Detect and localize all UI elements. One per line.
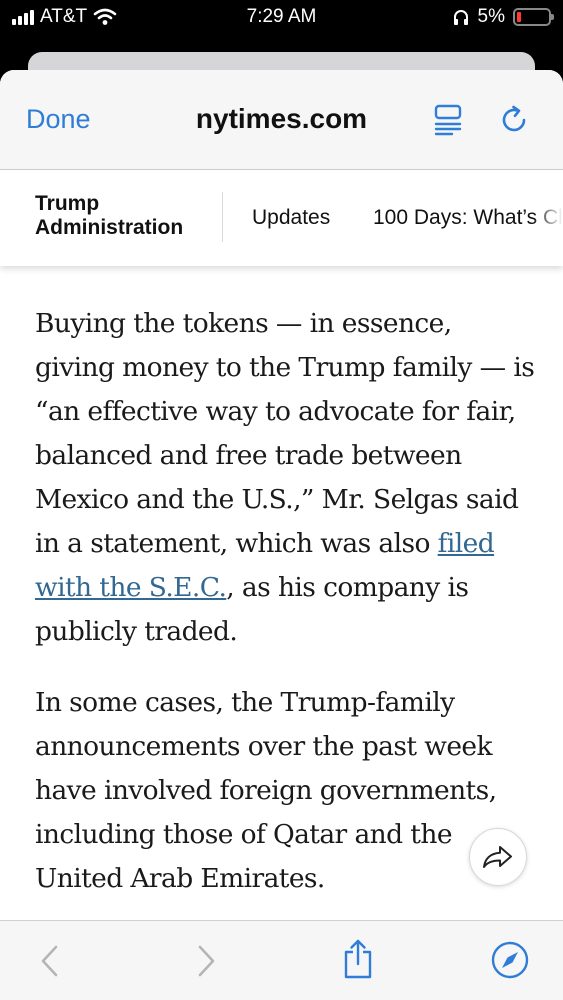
reader-icon[interactable] [433,104,463,136]
article-paragraph: In some cases, the Trump-family announce… [35,687,497,894]
section-title-line2: Administration [35,216,184,239]
bottom-toolbar [0,920,563,1000]
article-body: Buying the tokens — in essence, giving m… [35,302,535,928]
battery-icon [513,8,554,26]
section-divider [222,192,223,242]
section-link-updates[interactable]: Updates [252,206,330,230]
forward-icon[interactable] [188,943,224,979]
article-paragraph: Buying the tokens — in essence, giving m… [35,302,535,654]
section-title[interactable]: Trump Administration [35,192,183,240]
reload-icon[interactable] [499,104,531,136]
status-right: 5% [452,6,554,28]
section-title-line1: Trump [35,192,100,215]
battery-percent: 5% [477,6,505,27]
scroll-fade [533,170,563,266]
domain-title: nytimes.com [195,103,368,134]
safari-view-sheet: Done nytimes.com Trump Administration Up… [0,70,563,1000]
back-icon[interactable] [32,943,68,979]
share-arrow-icon [483,846,512,868]
paragraph-text: Buying the tokens — in essence, giving m… [35,308,535,559]
share-icon[interactable] [340,939,376,979]
headphones-icon [453,10,468,25]
status-bar: AT&T 7:29 AM 5% [0,0,563,40]
compass-icon[interactable] [491,941,529,979]
section-nav: Trump Administration Updates 100 Days: W… [0,170,563,266]
browser-nav-bar: Done nytimes.com [0,70,563,170]
share-article-button[interactable] [469,828,527,886]
